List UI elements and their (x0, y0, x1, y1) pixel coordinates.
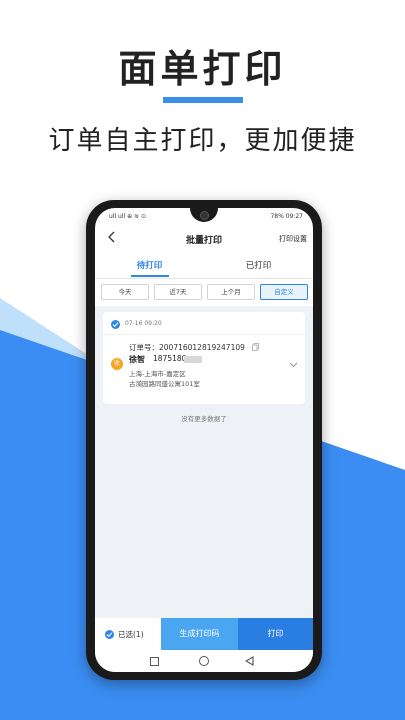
date-filter-bar: 今天 近7天 上个月 自定义 (95, 284, 313, 302)
order-number-label: 订单号： (129, 343, 159, 352)
print-button[interactable]: 打印 (238, 618, 313, 650)
filter-today-button[interactable]: 今天 (101, 284, 149, 300)
copy-icon[interactable] (252, 343, 259, 351)
card-divider (103, 334, 305, 335)
order-list: 07-16 09:20 订单号：200716012819247109 收 徐智 … (95, 306, 313, 618)
tab-printed[interactable]: 已打印 (204, 259, 313, 271)
receiver-badge: 收 (111, 358, 123, 370)
order-card[interactable]: 07-16 09:20 订单号：200716012819247109 收 徐智 … (103, 312, 305, 404)
order-date: 07-16 09:20 (125, 320, 162, 327)
system-nav-bar (95, 650, 313, 672)
generate-print-code-button[interactable]: 生成打印码 (161, 618, 238, 650)
receiver-name: 徐智 (129, 355, 145, 364)
promo-title: 面单打印 (118, 47, 287, 91)
order-number: 订单号：200716012819247109 (129, 342, 245, 353)
system-back-icon[interactable] (245, 656, 254, 666)
status-signal: ull ull ⊕ ≋ ⊙ (109, 213, 146, 220)
check-icon (106, 632, 113, 637)
list-end-message: 没有更多数据了 (181, 415, 227, 423)
phone-screen: ull ull ⊕ ≋ ⊙ 78% 09:27 批量打印 打印设置 待打印 已打… (95, 208, 313, 672)
order-number-value: 200716012819247109 (159, 343, 245, 352)
check-icon (112, 322, 119, 327)
select-all-toggle[interactable]: 已选(1) (95, 618, 161, 650)
status-right: 78% 09:27 (270, 213, 303, 220)
nav-bar: 批量打印 打印设置 (95, 226, 313, 250)
phone-frame: ull ull ⊕ ≋ ⊙ 78% 09:27 批量打印 打印设置 待打印 已打… (86, 200, 322, 680)
order-checkbox[interactable] (111, 320, 120, 329)
bottom-action-bar: 已选(1) 生成打印码 打印 (95, 618, 313, 650)
tab-pending-print[interactable]: 待打印 (95, 259, 204, 271)
phone-mask (184, 356, 202, 363)
recent-apps-icon[interactable] (150, 657, 159, 666)
selected-count: 已选(1) (118, 630, 144, 639)
promo-title-underline (163, 97, 243, 103)
print-settings-button[interactable]: 打印设置 (279, 234, 307, 244)
camera-icon (200, 211, 209, 220)
address-street: 古漪园路同盛公寓101室 (129, 380, 200, 388)
tab-active-indicator (131, 275, 169, 277)
home-icon[interactable] (199, 656, 209, 666)
battery-level: 78% (270, 213, 284, 220)
promo-subtitle: 订单自主打印，更加便捷 (48, 126, 357, 156)
filter-last-month-button[interactable]: 上个月 (207, 284, 255, 300)
receiver-phone: 1875180 (153, 354, 187, 363)
chevron-down-icon[interactable] (289, 362, 298, 368)
tab-bar: 待打印 已打印 (95, 252, 313, 279)
address-region: 上海-上海市-嘉定区 (129, 370, 186, 378)
filter-7days-button[interactable]: 近7天 (154, 284, 202, 300)
filter-custom-button[interactable]: 自定义 (260, 284, 308, 300)
status-time: 09:27 (285, 213, 303, 220)
selected-check (105, 630, 114, 639)
